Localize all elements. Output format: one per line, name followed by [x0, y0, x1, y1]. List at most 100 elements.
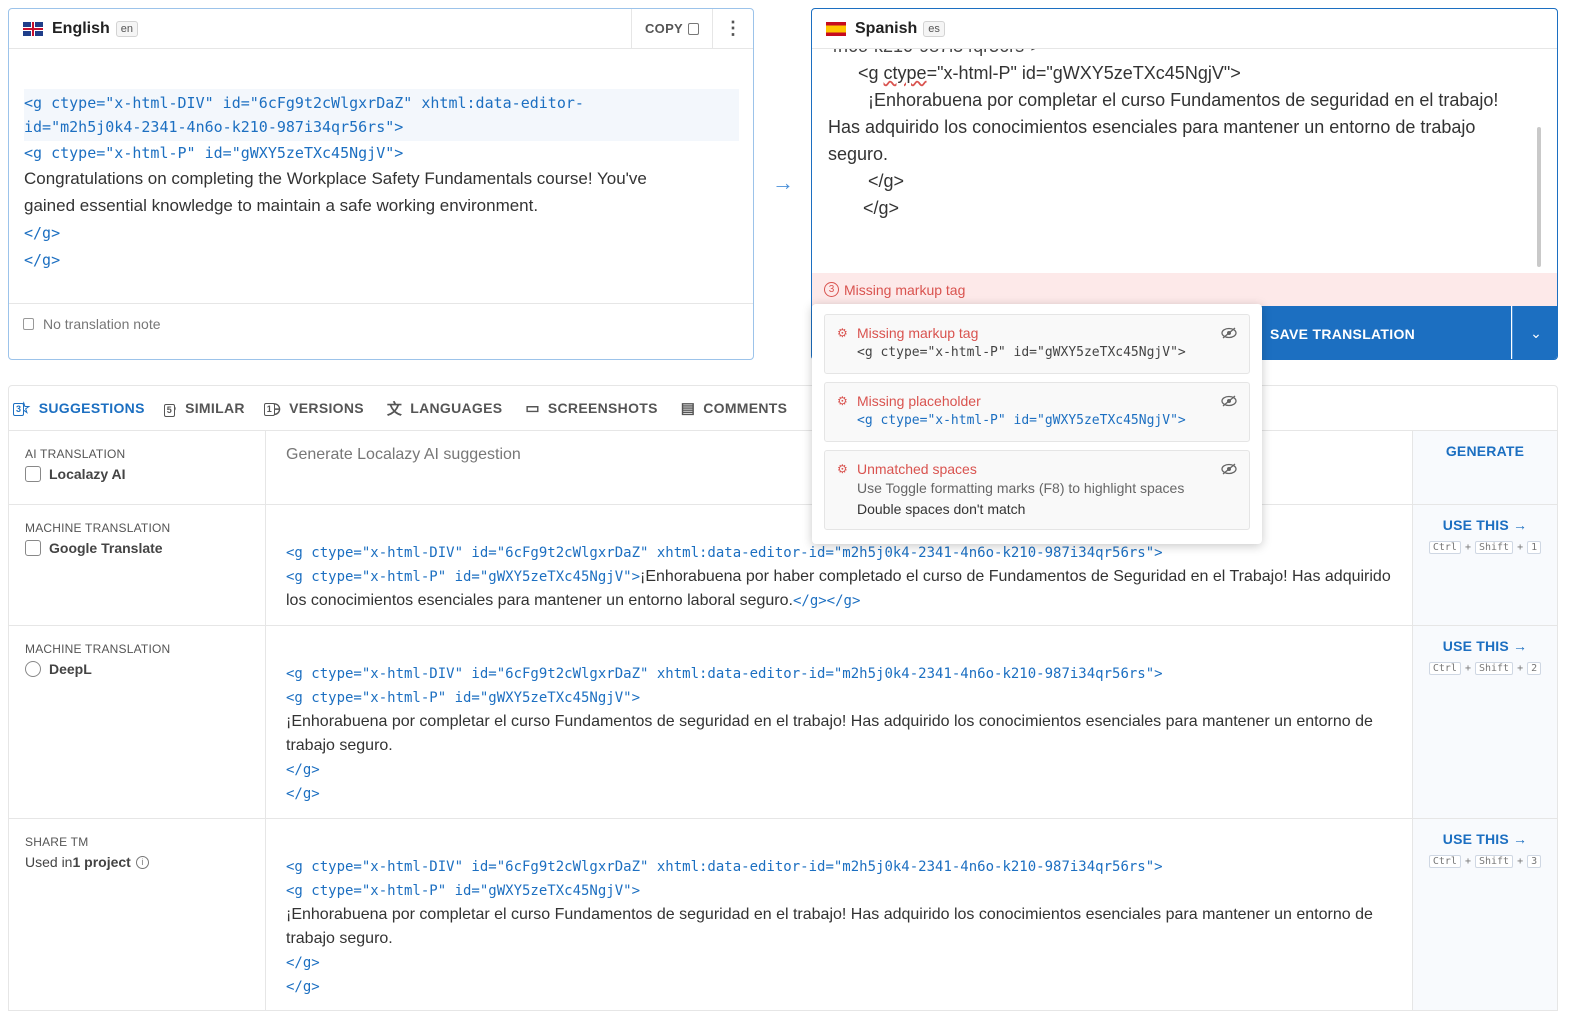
copy-label: COPY: [644, 21, 684, 36]
tab-label: LANGUAGES: [410, 400, 503, 416]
similar-icon: ○5: [163, 400, 177, 417]
validation-popup: ⚙ Missing markup tag <g ctype="x-html-P"…: [812, 304, 1262, 544]
keyboard-shortcut: Ctrl + Shift +1: [1413, 541, 1557, 554]
suggestion-actions: GENERATE: [1412, 431, 1557, 504]
tab-screenshots[interactable]: ▭ SCREENSHOTS: [517, 386, 672, 430]
source-text: <g ctype="x-html-DIV" id="6cFg9t2cWlgxrD…: [24, 89, 739, 272]
use-this-button[interactable]: USE THIS →: [1413, 517, 1557, 533]
error-detail: Use Toggle formatting marks (F8) to high…: [857, 480, 1185, 496]
source-code-line: <g ctype="x-html-DIV" id="6cFg9t2cWlgxrD…: [24, 94, 584, 112]
source-panel: English en COPY ⋮ <g ctype="x-html-DIV" …: [8, 8, 754, 360]
suggestion-code: </g>: [286, 786, 320, 802]
suggestion-code: <g ctype="x-html-P" id="gWXY5zeTXc45NgjV…: [286, 690, 641, 706]
suggestion-text: trabajo seguro.: [286, 930, 393, 947]
error-count-badge: 3: [824, 282, 839, 297]
translation-note[interactable]: No translation note: [9, 303, 753, 359]
source-sentence: Congratulations on completing the Workpl…: [24, 169, 647, 188]
suggestion-source: AI TRANSLATION Localazy AI: [9, 431, 266, 504]
tm-used-count: 1 project: [72, 854, 131, 870]
error-bar-label: Missing markup tag: [844, 281, 966, 298]
target-lang-name: Spanish: [855, 19, 918, 37]
tab-languages[interactable]: 文 LANGUAGES: [379, 386, 517, 430]
error-detail: <g ctype="x-html-P" id="gWXY5zeTXc45NgjV…: [857, 345, 1186, 360]
tab-label: SCREENSHOTS: [547, 400, 658, 416]
keyboard-shortcut: Ctrl + Shift +3: [1413, 855, 1557, 868]
suggestion-row: MACHINE TRANSLATION Google Translate <g …: [9, 504, 1557, 625]
generate-button[interactable]: GENERATE: [1413, 443, 1557, 459]
suggestion-actions: USE THIS → Ctrl + Shift +2: [1412, 626, 1557, 818]
hide-eye-icon[interactable]: [1221, 327, 1237, 339]
source-lang-code: en: [115, 20, 139, 37]
source-lang-name: English: [52, 19, 110, 37]
source-close-tag: </g>: [24, 251, 61, 269]
suggestions-list: AI TRANSLATION Localazy AI Generate Loca…: [8, 431, 1558, 1011]
error-icon: ⚙: [837, 462, 848, 476]
arrow-right-icon: →: [772, 170, 794, 195]
suggestion-kind: MACHINE TRANSLATION: [25, 642, 171, 656]
editor-line: </g>: [828, 198, 900, 218]
editor-line: <g ctype="x-html-P" id="gWXY5zeTXc45NgjV…: [828, 63, 1241, 83]
suggestion-content[interactable]: <g ctype="x-html-DIV" id="6cFg9t2cWlgxrD…: [286, 819, 1392, 1010]
tab-similar[interactable]: ○5 SIMILAR: [160, 386, 260, 430]
suggestion-engine: Google Translate: [25, 540, 249, 556]
chevron-down-icon[interactable]: ⌄: [1512, 306, 1557, 359]
editor-scrollbar[interactable]: [1537, 127, 1541, 267]
hide-eye-icon[interactable]: [1221, 395, 1237, 407]
suggestion-source: MACHINE TRANSLATION DeepL: [9, 626, 266, 818]
suggestion-text: los conocimientos esenciales para manten…: [286, 592, 793, 609]
source-code-line: <g ctype="x-html-P" id="gWXY5zeTXc45NgjV…: [24, 144, 404, 162]
copy-button[interactable]: COPY: [631, 9, 712, 48]
comment-icon: ▤: [680, 400, 696, 417]
spain-flag-icon: [826, 21, 846, 36]
engine-name: Google Translate: [49, 540, 163, 556]
suggestion-row: AI TRANSLATION Localazy AI Generate Loca…: [9, 431, 1557, 504]
tab-label: SUGGESTIONS: [38, 400, 145, 416]
editor-line: </g>: [828, 171, 905, 191]
error-bar[interactable]: 3 Missing markup tag: [812, 273, 1557, 306]
info-icon[interactable]: i: [135, 855, 149, 869]
suggestion-engine: Localazy AI: [25, 466, 249, 482]
tab-versions[interactable]: ◷1 VERSIONS: [260, 386, 379, 430]
editor-line: 4n6o-k210-987i34qr56rs">: [828, 49, 1538, 60]
suggestion-code: <g ctype="x-html-DIV" id="6cFg9t2cWlgxrD…: [286, 545, 1163, 561]
source-close-tag: </g>: [24, 224, 61, 242]
error-title: Missing markup tag: [857, 325, 979, 341]
validation-error: ⚙ Missing placeholder <g ctype="x-html-P…: [824, 382, 1250, 442]
deepl-icon: [25, 661, 41, 677]
suggestion-kind: MACHINE TRANSLATION: [25, 521, 171, 535]
suggestion-source: SHARE TM Used in 1 project i: [9, 819, 266, 1010]
source-header: English en COPY ⋮: [9, 9, 753, 49]
save-translation-button[interactable]: SAVE TRANSLATION: [1260, 306, 1511, 359]
engine-name: Localazy AI: [49, 466, 126, 482]
error-icon: ⚙: [837, 394, 848, 408]
error-detail: Double spaces don't match: [857, 501, 1026, 517]
suggestion-text: ¡Enhorabuena por completar el curso Fund…: [286, 713, 1373, 730]
tab-label: VERSIONS: [289, 400, 364, 416]
ai-chip-icon: [25, 466, 41, 482]
source-code-line: id="m2h5j0k4-2341-4n6o-k210-987i34qr56rs…: [24, 118, 404, 136]
suggestion-content[interactable]: <g ctype="x-html-DIV" id="6cFg9t2cWlgxrD…: [286, 626, 1392, 818]
engine-name: DeepL: [49, 661, 92, 677]
tab-suggestions[interactable]: ☆3 SUGGESTIONS: [9, 386, 160, 430]
suggestion-code: <g ctype="x-html-DIV" id="6cFg9t2cWlgxrD…: [286, 666, 1163, 682]
suggestion-text: ¡Enhorabuena por completar el curso Fund…: [286, 906, 1373, 923]
tab-comments[interactable]: ▤ COMMENTS: [673, 386, 803, 430]
hide-eye-icon[interactable]: [1221, 463, 1237, 475]
tab-label: SIMILAR: [185, 400, 245, 416]
target-lang-code: es: [923, 20, 945, 37]
suggestion-text: trabajo seguro.: [286, 737, 393, 754]
more-options-icon[interactable]: ⋮: [712, 9, 753, 48]
error-detail: <g ctype="x-html-P" id="gWXY5zeTXc45NgjV…: [857, 413, 1186, 428]
editor-line: seguro.: [828, 144, 889, 164]
suggestion-actions: USE THIS → Ctrl + Shift +1: [1412, 505, 1557, 625]
use-this-button[interactable]: USE THIS →: [1413, 831, 1557, 847]
validation-error: ⚙ Missing markup tag <g ctype="x-html-P"…: [824, 314, 1250, 374]
use-this-button[interactable]: USE THIS →: [1413, 638, 1557, 654]
suggestion-row: MACHINE TRANSLATION DeepL <g ctype="x-ht…: [9, 625, 1557, 818]
note-icon: [23, 318, 34, 330]
error-title: Unmatched spaces: [857, 461, 977, 477]
suggestion-kind: AI TRANSLATION: [25, 447, 126, 461]
editor-line: Has adquirido los conocimientos esencial…: [828, 117, 1476, 137]
translation-editor[interactable]: 4n6o-k210-987i34qr56rs"> <g ctype="x-htm…: [828, 49, 1538, 273]
star-icon: ☆3: [13, 399, 31, 417]
